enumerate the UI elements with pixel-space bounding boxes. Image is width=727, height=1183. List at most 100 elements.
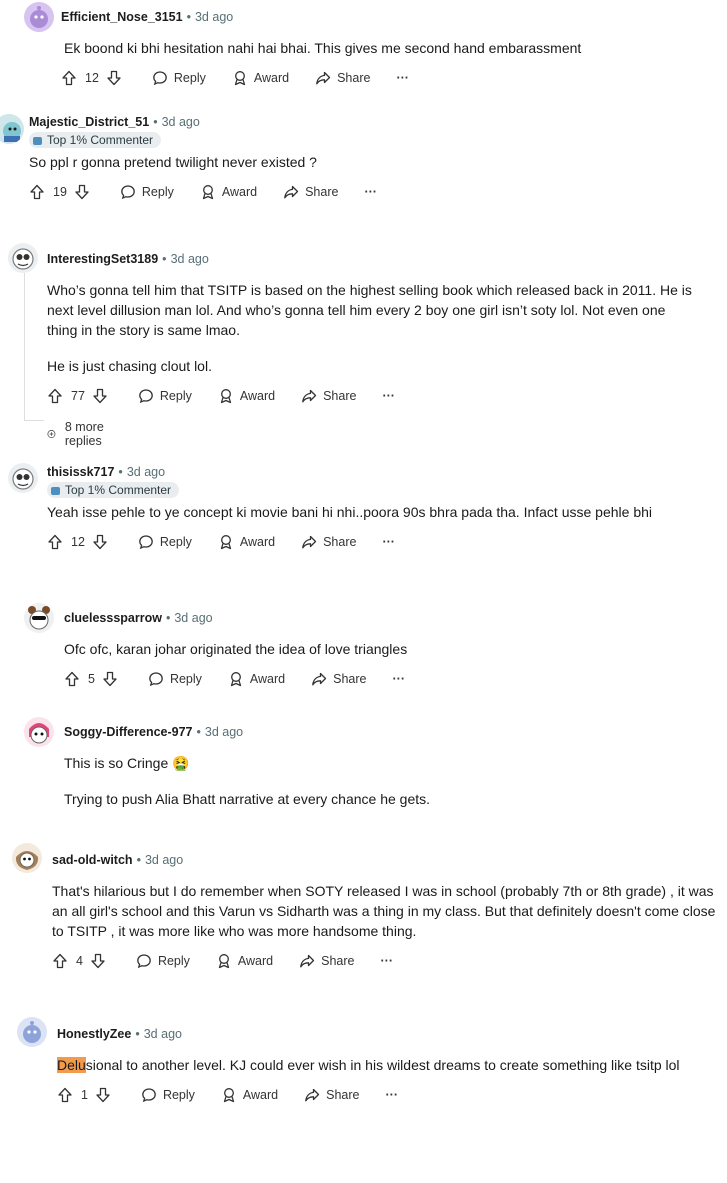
timestamp: 3d ago [170,252,209,266]
avatar[interactable] [0,114,24,144]
share-button[interactable]: Share [301,534,356,550]
upvote-button[interactable] [29,184,45,200]
award-button[interactable]: Award [232,70,289,86]
share-button[interactable]: Share [299,953,355,969]
upvote-button[interactable] [47,534,63,550]
share-label: Share [323,389,357,403]
reply-button[interactable]: Reply [148,671,202,687]
award-button[interactable]: Award [200,184,257,200]
downvote-button[interactable] [74,184,90,200]
avatar[interactable] [12,843,42,873]
reply-button[interactable]: Reply [152,70,206,86]
downvote-icon [75,184,89,200]
reply-button[interactable]: Reply [120,184,174,200]
comment-paragraph: This is so Cringe 🤮 [64,755,190,771]
reply-label: Reply [157,954,190,968]
more-options-button[interactable]: ··· [396,71,409,85]
comment-paragraph: Ofc ofc, karan johar originated the idea… [64,641,408,657]
share-icon [302,535,317,549]
more-replies-button[interactable]: 8 more replies [47,420,109,448]
downvote-button[interactable] [90,953,106,969]
award-label: Award [237,954,274,968]
flair-icon [33,137,42,145]
share-button[interactable]: Share [311,671,367,687]
comment-paragraph: That's hilarious but I do remember when … [52,883,716,939]
downvote-button[interactable] [102,671,118,687]
username[interactable]: sad-old-witch [52,853,133,867]
more-options-button[interactable]: ··· [386,1088,399,1102]
avatar[interactable] [24,603,54,633]
user-flair: Top 1% Commenter [47,482,180,498]
award-button[interactable]: Award [228,671,285,687]
vote-count: 4 [76,954,83,968]
vote-count: 12 [85,71,99,85]
username[interactable]: cluelesssparrow [64,611,162,625]
share-icon [316,71,331,85]
downvote-button[interactable] [92,534,108,550]
reply-button[interactable]: Reply [141,1087,195,1103]
more-options-button[interactable]: ··· [382,389,395,403]
share-label: Share [305,185,339,199]
award-icon [230,672,242,687]
comment-body: Yeah isse pehle to ye concept ki movie b… [47,502,717,522]
upvote-button[interactable] [52,953,68,969]
share-button[interactable]: Share [304,1087,360,1103]
more-options-button[interactable]: ··· [381,954,394,968]
downvote-button[interactable] [92,388,108,404]
timestamp: 3d ago [194,10,234,24]
separator-dot: • [165,611,171,625]
more-options-button[interactable]: ··· [382,535,395,549]
text-highlight: Delu [57,1057,86,1073]
username[interactable]: HonestlyZee [57,1027,131,1041]
downvote-button[interactable] [95,1087,111,1103]
reply-button[interactable]: Reply [138,534,192,550]
avatar[interactable] [24,717,54,747]
more-options-button[interactable]: ··· [393,672,406,686]
share-button[interactable]: Share [301,388,356,404]
comment-paragraph: So ppl r gonna pretend twilight never ex… [29,154,317,170]
share-button[interactable]: Share [283,184,338,200]
reply-label: Reply [159,389,192,403]
reply-button[interactable]: Reply [136,953,190,969]
award-label: Award [239,535,276,549]
comment-body: This is so Cringe 🤮 Trying to push Alia … [64,753,714,809]
award-label: Award [253,71,290,85]
comment-actions: 4 Reply Award Share ··· [52,950,393,972]
upvote-button[interactable] [64,671,80,687]
reply-icon [142,1088,156,1103]
username[interactable]: thisissk717 [47,465,114,479]
vote-count: 5 [88,672,95,686]
timestamp: 3d ago [204,725,244,739]
upvote-icon [48,388,62,404]
award-button[interactable]: Award [216,953,273,969]
more-options-button[interactable]: ··· [364,185,377,199]
share-button[interactable]: Share [315,70,370,86]
username[interactable]: Efficient_Nose_3151 [61,10,183,24]
upvote-icon [65,671,79,687]
avatar[interactable] [8,463,38,493]
vote-count: 77 [71,389,85,403]
downvote-button[interactable] [106,70,122,86]
upvote-button[interactable] [61,70,77,86]
comment-paragraph: Yeah isse pehle to ye concept ki movie b… [47,504,653,520]
separator-dot: • [136,853,141,867]
award-button[interactable]: Award [218,388,275,404]
separator-dot: • [135,1027,140,1041]
comment-paragraph: Trying to push Alia Bhatt narrative at e… [64,791,431,807]
username[interactable]: Majestic_District_51 [29,115,149,129]
comment-actions: 1 Reply Award Share ··· [57,1084,398,1106]
reply-button[interactable]: Reply [138,388,192,404]
avatar[interactable] [8,243,38,273]
separator-dot: • [186,10,191,24]
upvote-button[interactable] [47,388,63,404]
award-button[interactable]: Award [218,534,275,550]
separator-dot: • [118,465,123,479]
username[interactable]: InterestingSet3189 [47,252,158,266]
award-button[interactable]: Award [221,1087,278,1103]
avatar[interactable] [17,1017,47,1047]
upvote-icon [30,184,44,200]
username[interactable]: Soggy-Difference-977 [64,725,193,739]
upvote-button[interactable] [57,1087,73,1103]
flair-label: Top 1% Commenter [65,483,172,497]
avatar[interactable] [24,2,54,32]
